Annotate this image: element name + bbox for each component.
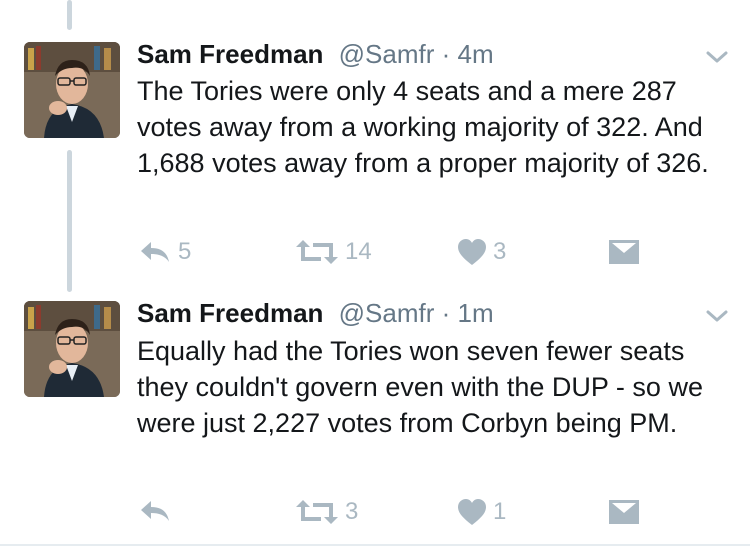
tweet[interactable]: Sam Freedman @Samfr · 1m Equally had the… [0, 0, 750, 550]
like-button[interactable]: 1 [457, 498, 506, 526]
retweet-icon [295, 498, 339, 526]
divider [0, 544, 750, 546]
timestamp[interactable]: 1m [458, 298, 494, 328]
envelope-icon [609, 500, 639, 524]
tweet-header: Sam Freedman @Samfr · 1m [137, 298, 494, 329]
heart-icon [457, 498, 487, 526]
reply-icon [138, 498, 172, 524]
separator-dot: · [441, 298, 451, 328]
chevron-down-icon[interactable] [704, 307, 730, 325]
tweet-actions: 3 1 [0, 494, 750, 534]
avatar[interactable] [24, 301, 120, 397]
like-count: 1 [493, 498, 507, 525]
dm-button[interactable] [609, 500, 639, 524]
retweet-count: 3 [345, 498, 359, 525]
author-name[interactable]: Sam Freedman [137, 298, 323, 328]
reply-button[interactable] [138, 498, 178, 524]
author-handle[interactable]: @Samfr [339, 298, 435, 328]
tweet-text: Equally had the Tories won seven fewer s… [137, 336, 703, 438]
retweet-button[interactable]: 3 [295, 498, 358, 526]
